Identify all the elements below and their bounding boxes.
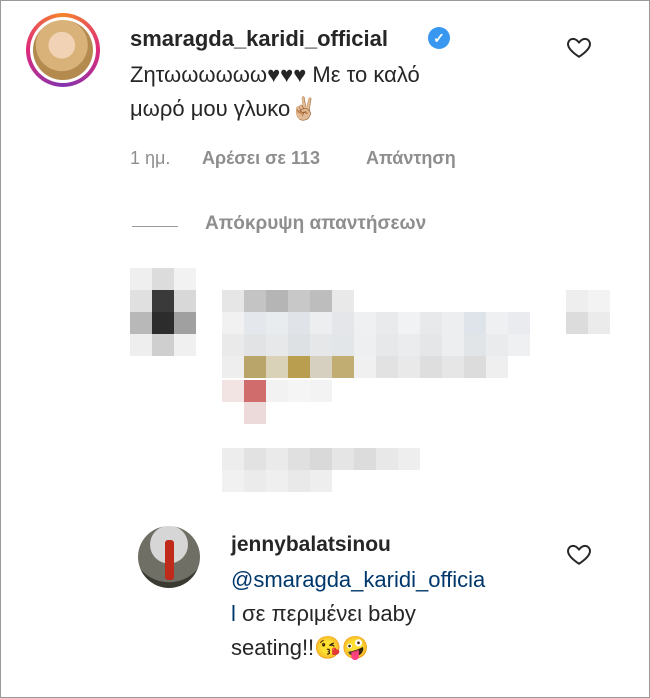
reply-text-line-1: @smaragda_karidi_officia: [231, 563, 485, 597]
replies-divider: [132, 226, 178, 227]
mention-link[interactable]: @smaragda_karidi_officia: [231, 567, 485, 592]
reply-text-line-2: l σε περιμένει baby: [231, 597, 416, 631]
reply-avatar[interactable]: [138, 526, 200, 588]
reply-text-line-3: seating!!😘🤪: [231, 635, 369, 660]
reply-text-part: σε περιμένει baby: [235, 601, 416, 626]
comment-text-line-1: Ζητωωωωωω♥♥♥ Με το καλό: [130, 62, 420, 87]
hide-replies-button[interactable]: Απόκρυψη απαντήσεων: [205, 213, 426, 235]
reply-username[interactable]: jennybalatsinou: [231, 533, 391, 557]
reply-button[interactable]: Απάντηση: [366, 148, 456, 169]
comment-likes[interactable]: Αρέσει σε 113: [202, 148, 320, 169]
avatar: [33, 20, 93, 80]
heart-outline-icon[interactable]: [566, 541, 592, 567]
comment-time[interactable]: 1 ημ.: [130, 148, 170, 169]
heart-outline-icon[interactable]: [566, 34, 592, 60]
comment-text-line-2: μωρό μου γλυκο✌🏼: [130, 96, 318, 121]
comment-username[interactable]: smaragda_karidi_official: [130, 26, 388, 52]
avatar-story-ring[interactable]: [26, 13, 100, 87]
verified-badge-icon: ✓: [428, 27, 450, 49]
